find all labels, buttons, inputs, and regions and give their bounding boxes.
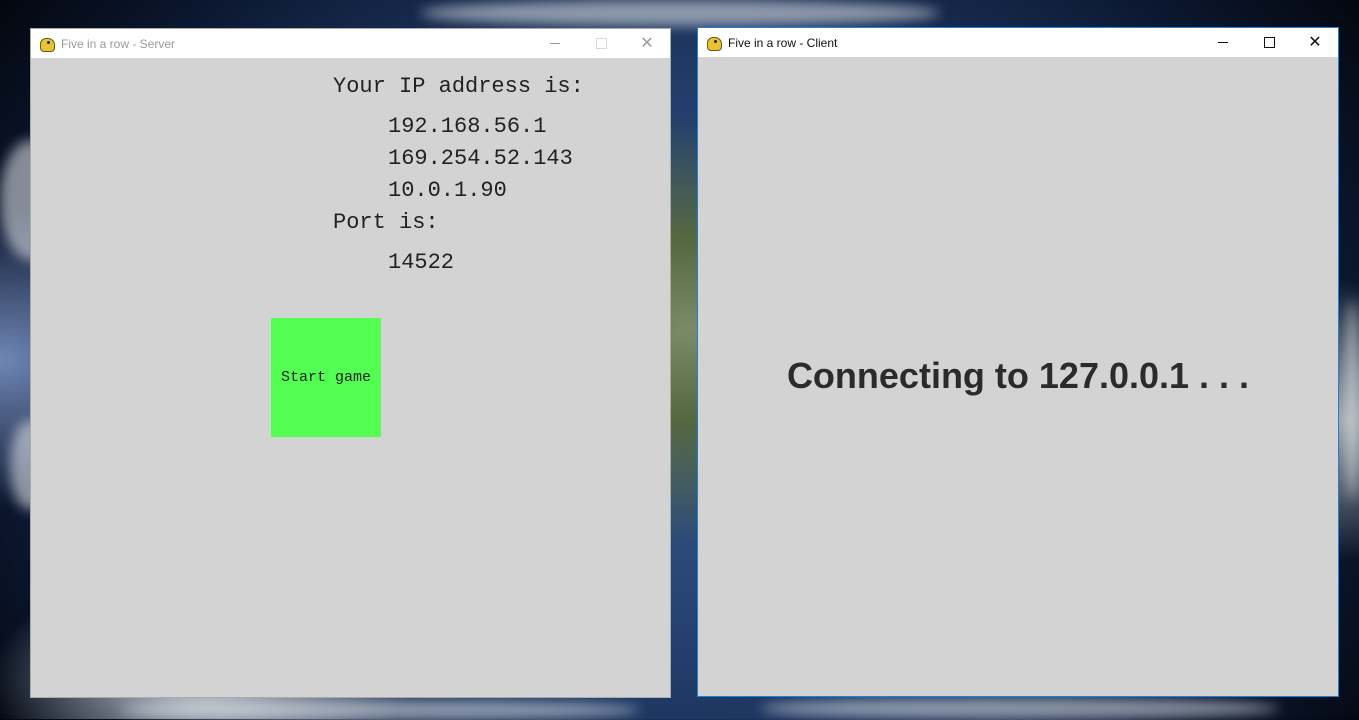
pygame-snake-icon bbox=[706, 35, 722, 51]
minimize-icon[interactable] bbox=[532, 29, 578, 58]
close-icon[interactable]: ✕ bbox=[1292, 28, 1338, 57]
maximize-icon[interactable] bbox=[1246, 28, 1292, 57]
ip-address: 169.254.52.143 bbox=[388, 146, 573, 171]
connection-status-text: Connecting to 127.0.0.1 . . . bbox=[786, 355, 1250, 396]
start-game-button[interactable]: Start game bbox=[271, 318, 381, 437]
client-window-title: Five in a row - Client bbox=[728, 35, 838, 50]
server-titlebar[interactable]: Five in a row - Server ✕ bbox=[31, 29, 670, 58]
server-window-controls: ✕ bbox=[532, 29, 670, 58]
ip-address: 10.0.1.90 bbox=[388, 178, 507, 203]
pygame-snake-icon bbox=[39, 36, 55, 52]
server-content: Your IP address is: 192.168.56.1 169.254… bbox=[31, 58, 670, 698]
close-icon[interactable]: ✕ bbox=[624, 29, 670, 58]
maximize-icon[interactable] bbox=[578, 29, 624, 58]
client-content: Connecting to 127.0.0.1 . . . bbox=[698, 57, 1338, 697]
server-window: Five in a row - Server ✕ Your IP address… bbox=[30, 28, 671, 698]
client-window: Five in a row - Client ✕ Connecting to 1… bbox=[697, 27, 1339, 697]
minimize-icon[interactable] bbox=[1200, 28, 1246, 57]
port-value: 14522 bbox=[388, 250, 455, 275]
port-heading: Port is: bbox=[333, 210, 439, 235]
client-titlebar[interactable]: Five in a row - Client ✕ bbox=[698, 28, 1338, 57]
ip-address: 192.168.56.1 bbox=[388, 114, 547, 139]
ip-heading: Your IP address is: bbox=[333, 74, 584, 99]
server-window-title: Five in a row - Server bbox=[61, 36, 176, 51]
client-window-controls: ✕ bbox=[1200, 28, 1338, 57]
